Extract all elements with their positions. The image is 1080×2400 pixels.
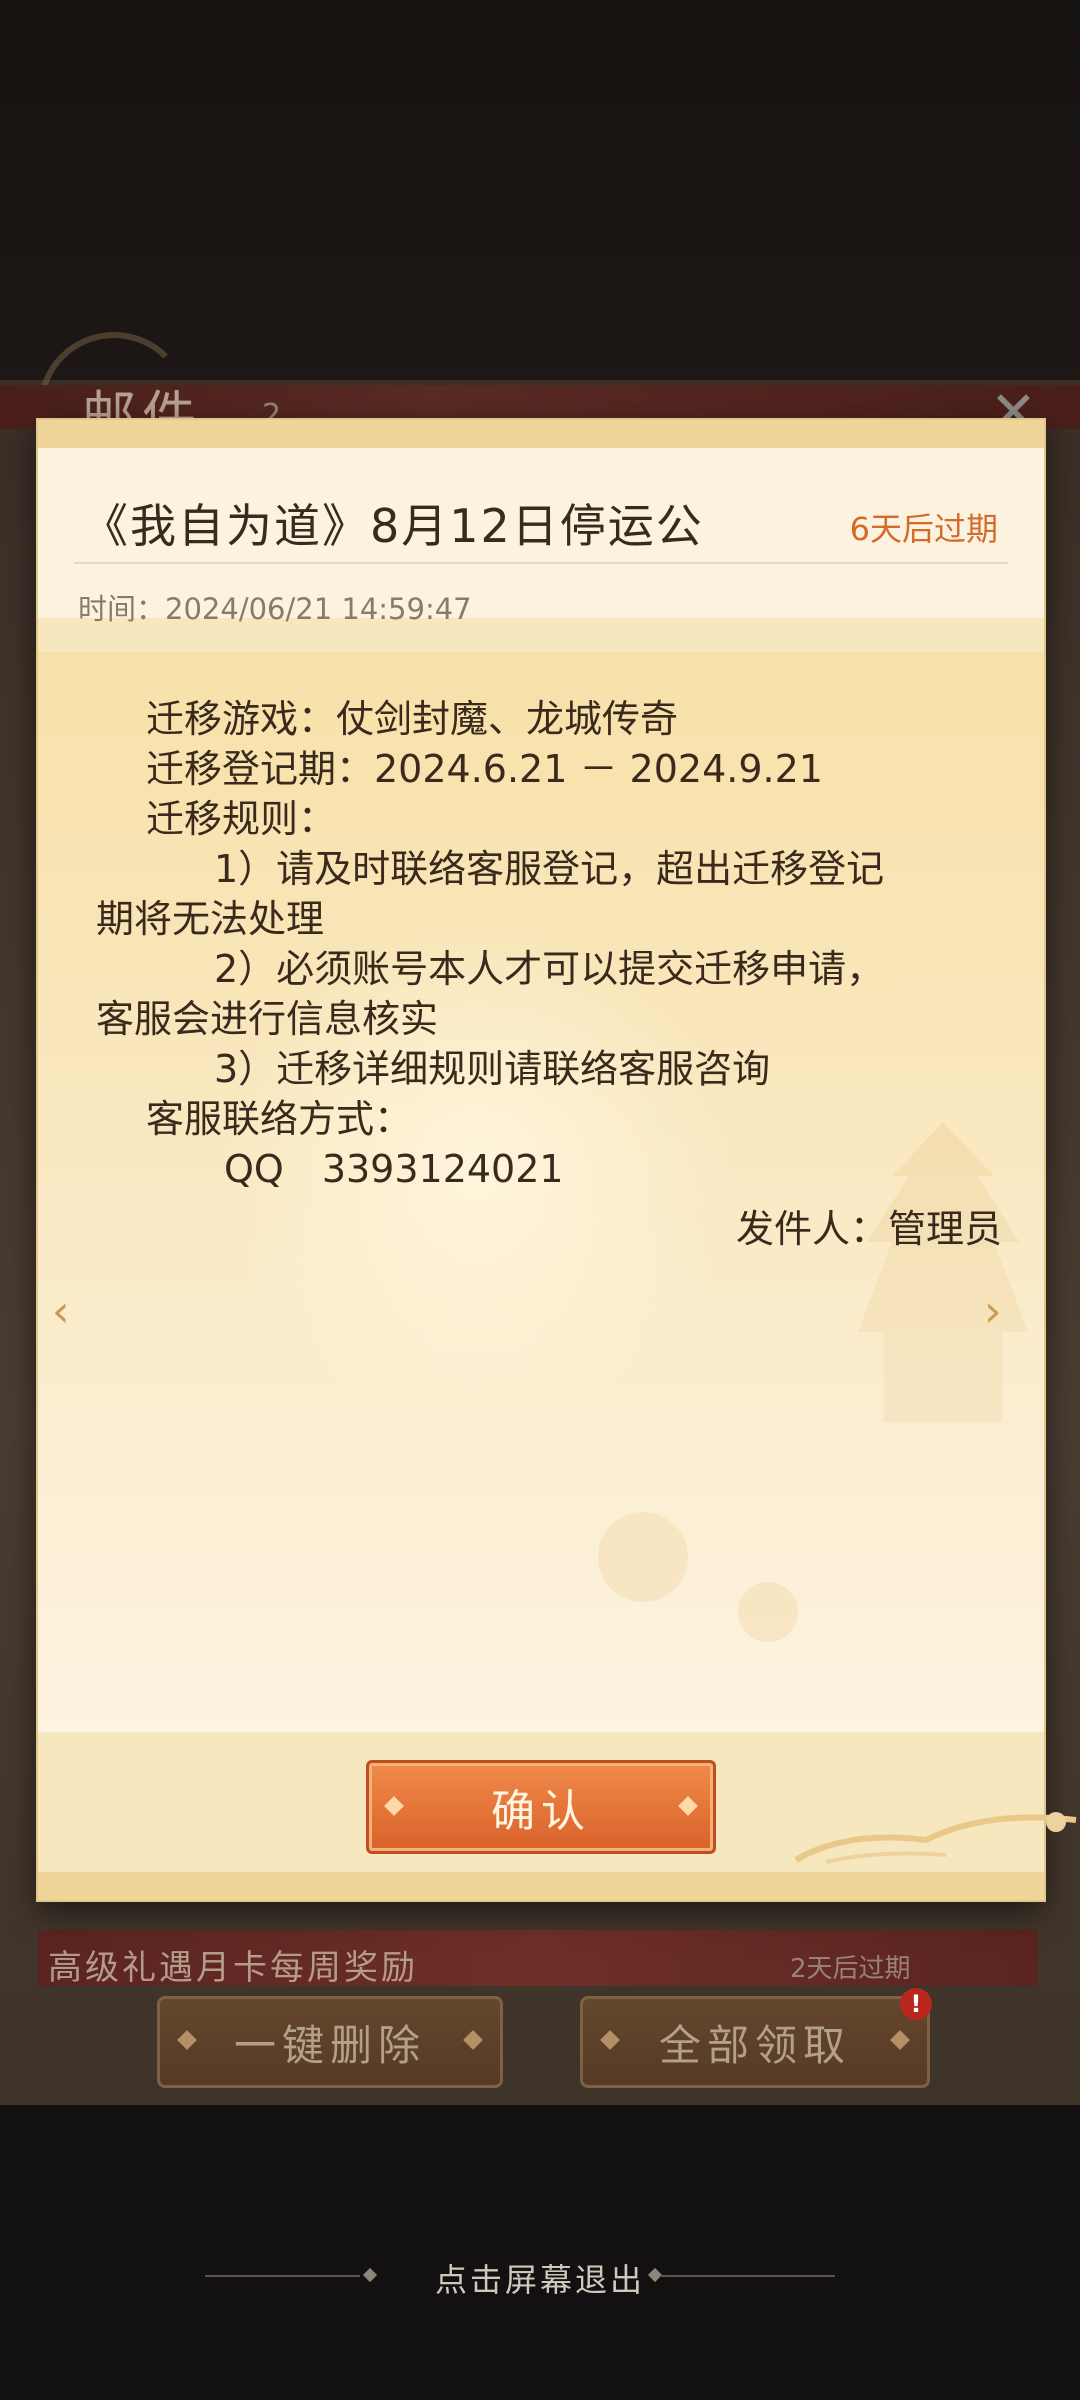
mail-list-item-title: 高级礼遇月卡每周奖励: [48, 1948, 418, 1988]
diamond-icon: [463, 2030, 483, 2050]
background-bottom[interactable]: [0, 2105, 1080, 2400]
mail-detail-dialog: 《我自为道》8月12日停运公 6天后过期 时间：2024/06/21 14:59…: [38, 420, 1077, 1900]
exit-hint[interactable]: 点击屏幕退出: [0, 2255, 1080, 2301]
arrow-right-icon[interactable]: ›: [984, 1290, 1002, 1334]
claim-all-label: 全部领取: [658, 2020, 851, 2070]
delete-all-button[interactable]: 一键删除: [157, 1996, 503, 2088]
diamond-icon: [890, 2030, 910, 2050]
arrow-left-icon[interactable]: ‹: [52, 1290, 70, 1334]
background-top: [0, 0, 1080, 380]
notification-badge: !: [900, 1988, 932, 2020]
diamond-icon: [177, 2030, 197, 2050]
mail-list-item-expire: 2天后过期: [790, 1954, 911, 1984]
claim-all-button[interactable]: 全部领取: [580, 1996, 930, 2088]
dialog-frame: [38, 420, 1044, 1900]
delete-all-label: 一键删除: [233, 2020, 426, 2070]
diamond-icon: [600, 2030, 620, 2050]
